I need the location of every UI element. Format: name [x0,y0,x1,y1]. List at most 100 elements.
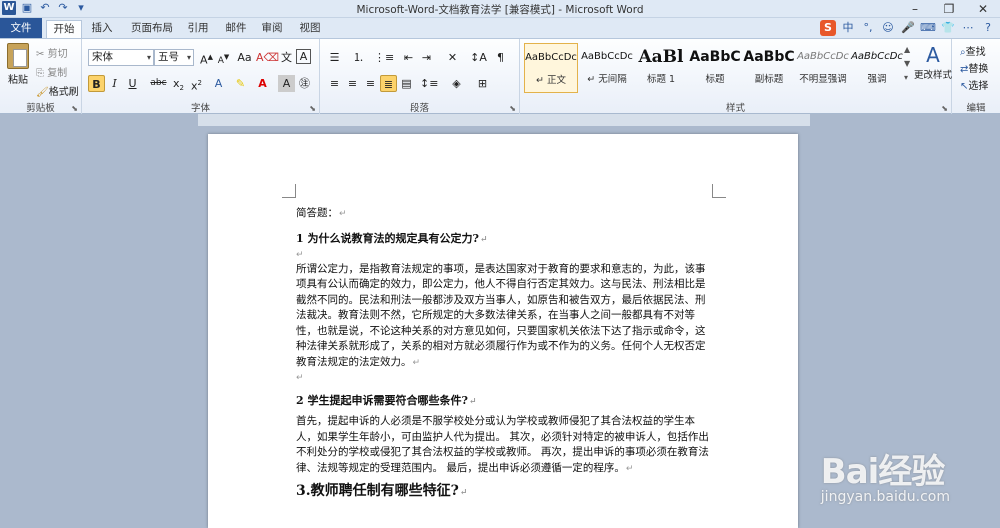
bold-button[interactable]: B [88,75,105,92]
font-size-select[interactable]: 五号 ▾ [154,49,194,66]
shading-icon[interactable]: ◈ [448,75,465,92]
ribbon-tabs: 文件 开始 插入 页面布局 引用 邮件 审阅 视图 S 中 °, ☺ 🎤 ⌨ 👕… [0,18,1000,38]
font-color-icon[interactable]: A [254,75,271,92]
numbering-icon[interactable]: ⒈ [350,49,367,66]
skin-icon[interactable]: 👕 [940,20,956,36]
style-heading-1[interactable]: AaBl 标题 1 [634,43,688,93]
style-normal[interactable]: AaBbCcDc ↵ 正文 [524,43,578,93]
styles-launcher-icon[interactable]: ⬊ [941,104,948,113]
close-icon[interactable]: ✕ [966,0,1000,18]
chevron-down-icon: ▾ [146,53,151,62]
mic-icon[interactable]: 🎤 [900,20,916,36]
underline-button[interactable]: U [124,75,141,92]
restore-icon[interactable]: ❐ [932,0,966,18]
tab-references[interactable]: 引用 [182,20,214,38]
highlight-icon[interactable]: ✎ [232,75,249,92]
align-right-icon[interactable]: ≡ [362,75,379,92]
ime-mode-label[interactable]: 中 [840,20,856,36]
tab-home[interactable]: 开始 [46,20,82,38]
paste-label: 粘贴 [8,75,28,86]
tab-file[interactable]: 文件 [0,18,42,38]
tab-insert[interactable]: 插入 [84,20,120,38]
clipboard-launcher-icon[interactable]: ⬊ [71,104,78,113]
justify-icon[interactable]: ≣ [380,75,397,92]
subscript-button[interactable]: x2 [170,75,187,92]
editing-group-label: 编辑 [966,103,986,114]
tab-page-layout[interactable]: 页面布局 [124,20,180,38]
select-button[interactable]: ↖选择 [960,77,988,92]
answer-1-paragraph: 所谓公定力，是指教育法规定的事项，是表达国家对于教育的要求和意志的，为此，该事项… [296,262,706,368]
decrease-indent-icon[interactable]: ⇤ [400,49,417,66]
style-subtitle[interactable]: AaBbC 副标题 [742,43,796,93]
style-title[interactable]: AaBbC 标题 [688,43,742,93]
text-effects-icon[interactable]: A [210,75,227,92]
change-styles-button[interactable]: A 更改样式 [914,43,952,81]
font-launcher-icon[interactable]: ⬊ [309,104,316,113]
show-marks-icon[interactable]: ¶ [492,49,509,66]
help-icon[interactable]: ? [980,20,996,36]
crop-mark [712,184,726,198]
question-2-heading: 2 学生提起申诉需要符合哪些条件?↵ [296,394,477,407]
line-spacing-icon[interactable]: ↕≡ [420,75,438,92]
increase-indent-icon[interactable]: ⇥ [418,49,435,66]
align-left-icon[interactable]: ≡ [326,75,343,92]
clipboard-group-label: 剪贴板 [26,103,55,114]
keyboard-icon[interactable]: ⌨ [920,20,936,36]
emoji-icon[interactable]: ☺ [880,20,896,36]
tab-view[interactable]: 视图 [294,20,326,38]
change-case-icon[interactable]: Aa [236,49,253,66]
italic-button[interactable]: I [106,75,123,92]
find-button[interactable]: ⌕查找 [960,43,986,58]
paragraph-launcher-icon[interactable]: ⬊ [509,104,516,113]
document-page[interactable]: 简答题：↵ 1 为什么说教育法的规定具有公定力?↵ ↵ 所谓公定力，是指教育法规… [208,134,798,528]
format-painter-button[interactable]: 🖌格式刷 [36,83,79,98]
styles-scroll-icon[interactable]: ▲ ▼ ▾ [904,43,910,85]
phonetic-guide-icon[interactable]: 文 [278,49,295,66]
paragraph-mark: ↵ [296,373,304,383]
tab-review[interactable]: 审阅 [256,20,288,38]
crop-mark [282,184,296,198]
sort-icon[interactable]: ↕A [470,49,487,66]
strikethrough-button[interactable]: abc [150,75,167,92]
char-shading-icon[interactable]: A [278,75,295,92]
ruler[interactable] [198,114,810,126]
punctuation-icon[interactable]: °, [860,20,876,36]
baidu-logo: Bai经验 [820,452,946,492]
baidu-jingyan-watermark: Bai经验 jingyan.baidu.com [821,444,950,505]
ime-logo-icon[interactable]: S [820,20,836,36]
cut-button[interactable]: ✂ 剪切 [36,45,68,60]
styles-group: AaBbCcDc ↵ 正文 AaBbCcDc ↵ 无间隔 AaBl 标题 1 A… [520,39,952,115]
replace-button[interactable]: ⇄替换 [960,60,988,75]
clear-format-icon[interactable]: A⌫ [256,49,279,66]
chinese-layout-icon[interactable]: ✕ [444,49,461,66]
shrink-font-icon[interactable]: A▼ [215,49,232,66]
align-center-icon[interactable]: ≡ [344,75,361,92]
font-group: 宋体 ▾ 五号 ▾ A▲ A▼ Aa A⌫ 文 A B I U abc x2 x2 … [82,39,320,115]
ime-tools-icon[interactable]: ⋯ [960,20,976,36]
distributed-icon[interactable]: ▤ [398,75,415,92]
paste-button[interactable]: 粘贴 [4,43,32,86]
copy-button[interactable]: ⎘ 复制 [36,64,67,79]
font-name-select[interactable]: 宋体 ▾ [88,49,154,66]
intro-line: 简答题：↵ [296,207,347,219]
window-controls: – ❐ ✕ [898,0,1000,18]
paragraph-group: ☰ ⒈ ⋮≡ ⇤ ⇥ ✕ ↕A ¶ ≡ ≡ ≡ ≣ ▤ ↕≡ ◈ ⊞ 段落 ⬊ [320,39,520,115]
clipboard-group: 粘贴 ✂ 剪切 ⎘ 复制 🖌格式刷 剪贴板 ⬊ [0,39,82,115]
minimize-icon[interactable]: – [898,0,932,18]
bullets-icon[interactable]: ☰ [326,49,343,66]
multilevel-list-icon[interactable]: ⋮≡ [374,49,394,66]
grow-font-icon[interactable]: A▲ [198,49,215,67]
copy-icon: ⎘ [36,68,44,79]
document-body[interactable]: 简答题：↵ 1 为什么说教育法的规定具有公定力?↵ ↵ 所谓公定力，是指教育法规… [296,206,712,503]
chevron-down-icon: ▾ [186,53,191,62]
char-border-icon[interactable]: A [296,49,311,64]
style-no-spacing[interactable]: AaBbCcDc ↵ 无间隔 [580,43,634,93]
title-bar: W ▣ ↶ ↷ ▾ Microsoft-Word-文档教育法学 [兼容模式] -… [0,0,1000,18]
style-subtle-emphasis[interactable]: AaBbCcDc 不明显强调 [796,43,850,93]
watermark-url: jingyan.baidu.com [820,489,950,505]
tab-mailings[interactable]: 邮件 [220,20,252,38]
enclose-char-icon[interactable]: ㊟ [296,75,313,92]
superscript-button[interactable]: x2 [188,75,205,93]
style-emphasis[interactable]: AaBbCcDc 强调 [850,43,904,93]
borders-icon[interactable]: ⊞ [474,75,491,92]
